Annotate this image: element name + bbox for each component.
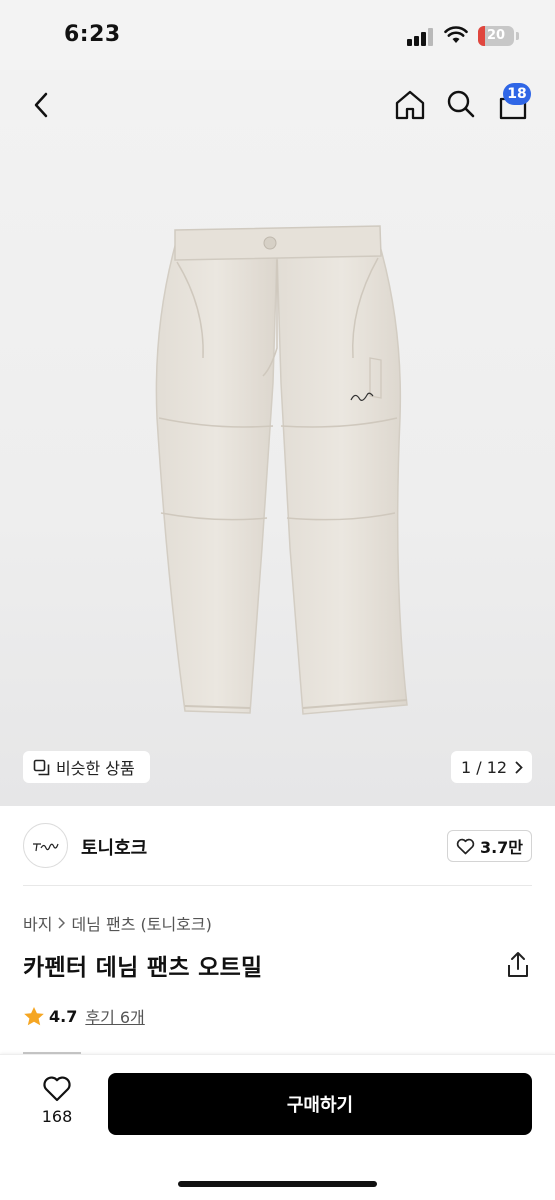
search-icon — [447, 90, 475, 118]
similar-products-label: 비슷한 상품 — [56, 759, 135, 778]
seller-name[interactable]: 토니호크 — [81, 834, 147, 860]
battery-level: 20 — [486, 28, 506, 43]
breadcrumb-item[interactable]: 데님 팬츠 (토니호크) — [71, 911, 211, 935]
star-icon — [24, 1006, 44, 1025]
wifi-icon — [444, 26, 468, 43]
chevron-left-icon — [34, 92, 48, 118]
battery-tip — [516, 32, 519, 40]
follow-button[interactable]: 3.7만 — [447, 830, 532, 862]
share-icon[interactable] — [505, 951, 531, 979]
breadcrumb: 바지 데님 팬츠 (토니호크) — [23, 911, 212, 935]
status-bar: 6:23 20 — [0, 0, 555, 70]
product-gallery[interactable]: 18 비슷한 상품 1 / 12 — [0, 70, 555, 806]
rating-row: 4.7 후기 6개 — [23, 1004, 145, 1028]
divider — [23, 885, 532, 886]
status-time: 6:23 — [64, 22, 121, 47]
breadcrumb-item[interactable]: 바지 — [23, 911, 52, 935]
heart-icon — [43, 1076, 71, 1102]
product-image — [155, 225, 408, 715]
heart-icon — [456, 838, 475, 854]
home-indicator — [178, 1181, 377, 1187]
chevron-right-icon — [515, 761, 523, 773]
copy-icon — [33, 759, 50, 775]
search-button[interactable] — [443, 86, 479, 122]
home-button[interactable] — [391, 86, 429, 124]
seller-avatar[interactable] — [23, 823, 68, 868]
image-counter-button[interactable]: 1 / 12 — [451, 751, 532, 783]
chevron-right-icon — [58, 914, 66, 933]
cellular-signal-icon — [407, 28, 435, 46]
follower-count: 3.7만 — [479, 838, 524, 857]
cart-badge: 18 — [503, 83, 531, 105]
rating-value: 4.7 — [49, 1006, 78, 1026]
seller-logo — [32, 842, 59, 851]
back-button[interactable] — [24, 88, 58, 122]
review-link[interactable]: 후기 6개 — [85, 1004, 144, 1028]
like-button[interactable]: 168 — [27, 1075, 87, 1133]
battery-icon: 20 — [478, 26, 514, 46]
similar-products-button[interactable]: 비슷한 상품 — [23, 751, 150, 783]
buy-button[interactable]: 구매하기 — [108, 1073, 532, 1135]
home-icon — [395, 90, 425, 120]
product-title: 카펜터 데님 팬츠 오트밀 — [23, 955, 263, 981]
like-count: 168 — [41, 1107, 73, 1126]
bottom-action-bar: 168 구매하기 — [0, 1054, 555, 1200]
image-counter: 1 / 12 — [461, 757, 508, 777]
